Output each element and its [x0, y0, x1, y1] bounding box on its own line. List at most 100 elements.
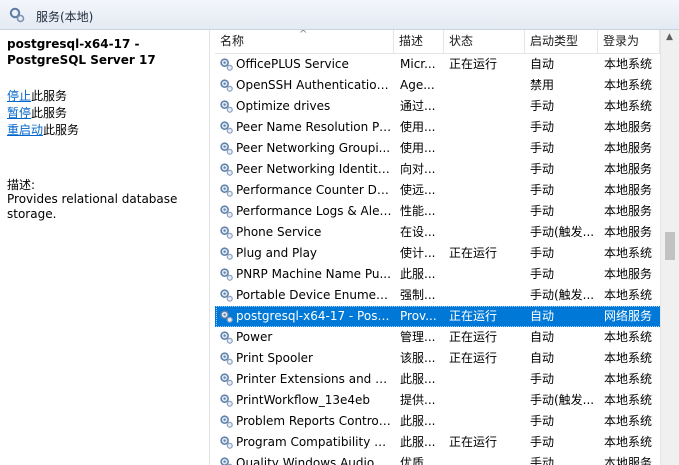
service-row[interactable]: Peer Networking Groupi... 使用... 手动 本地服务 [215, 138, 679, 159]
service-status: 正在运行 [449, 57, 498, 71]
service-row[interactable]: Optimize drives 通过... 手动 本地系统 [215, 96, 679, 117]
service-status [449, 180, 521, 201]
column-header-description-label: 描述 [399, 34, 424, 48]
column-header-startup-label: 启动类型 [530, 34, 579, 48]
column-header-status-label: 状态 [449, 34, 474, 48]
service-logon-as: 本地系统 [604, 330, 653, 344]
service-row[interactable]: Peer Name Resolution Pr... 使用... 手动 本地服务 [215, 117, 679, 138]
service-name: Problem Reports Control... [236, 414, 392, 428]
column-header-startup-type[interactable]: 启动类型 [525, 30, 598, 54]
service-name: Peer Name Resolution Pr... [236, 120, 392, 134]
service-status [449, 390, 521, 411]
service-description: 性能... [400, 204, 436, 218]
service-description: 此服... [400, 414, 436, 428]
restart-action-suffix: 此服务 [43, 123, 80, 137]
service-name: PrintWorkflow_13e4eb [236, 393, 370, 407]
service-logon-as: 本地服务 [604, 204, 653, 218]
service-row[interactable]: Print Spooler 该服... 正在运行 自动 本地系统 [215, 348, 679, 369]
service-name: OpenSSH Authentication ... [236, 78, 392, 92]
service-gear-icon [220, 79, 233, 92]
service-startup-type: 自动 [530, 330, 555, 344]
service-description: 使远... [400, 183, 436, 197]
service-description: 向对... [400, 162, 436, 176]
scrollbar-thumb[interactable] [665, 232, 675, 260]
service-row[interactable]: Program Compatibility A... 此服... 正在运行 手动 本地系… [215, 432, 679, 453]
column-header-status[interactable]: 状态 [444, 30, 525, 54]
service-startup-type: 禁用 [530, 78, 555, 92]
service-row[interactable]: Portable Device Enumera... 强制... 手动(触发... 本… [215, 285, 679, 306]
service-gear-icon [220, 436, 233, 449]
vertical-scrollbar[interactable]: ▲ [660, 30, 679, 465]
service-name: Peer Networking Identity... [236, 162, 392, 176]
service-logon-as: 本地系统 [604, 372, 653, 386]
service-name: Plug and Play [236, 246, 318, 260]
services-list: ^ 名称 描述 状态 启动类型 登录为 OfficePLUS Service Mi… [215, 30, 679, 465]
restart-action: 重启动此服务 [7, 122, 79, 138]
service-startup-type: 手动 [530, 204, 555, 218]
service-gear-icon [220, 226, 233, 239]
service-description: 此服... [400, 435, 436, 449]
service-name: Peer Networking Groupi... [236, 141, 391, 155]
service-gear-icon [220, 310, 233, 323]
restart-service-link[interactable]: 重启动 [7, 123, 43, 137]
service-startup-type: 手动 [530, 267, 555, 281]
service-logon-as: 本地服务 [604, 183, 653, 197]
service-description: Prov... [400, 309, 437, 323]
service-description: 使用... [400, 141, 436, 155]
service-row[interactable]: Performance Logs & Aler... 性能... 手动 本地服务 [215, 201, 679, 222]
service-status [449, 369, 521, 390]
column-header-description[interactable]: 描述 [394, 30, 444, 54]
pause-service-link[interactable]: 暂停 [7, 106, 31, 120]
sort-ascending-icon: ^ [299, 30, 308, 40]
service-gear-icon [220, 142, 233, 155]
service-logon-as: 本地系统 [604, 393, 653, 407]
service-row[interactable]: Phone Service 在设... 手动(触发... 本地服务 [215, 222, 679, 243]
service-status [449, 117, 521, 138]
service-description: 优质... [400, 456, 436, 465]
service-startup-type: 手动 [530, 246, 555, 260]
service-logon-as: 本地系统 [604, 99, 653, 113]
service-row[interactable]: PNRP Machine Name Pu... 此服... 手动 本地服务 [215, 264, 679, 285]
service-row[interactable]: Peer Networking Identity... 向对... 手动 本地服务 [215, 159, 679, 180]
service-status [449, 96, 521, 117]
selected-service-title: postgresql-x64-17 - PostgreSQL Server 17 [7, 37, 156, 67]
service-logon-as: 本地服务 [604, 225, 653, 239]
service-status: 正在运行 [449, 309, 498, 323]
service-gear-icon [220, 373, 233, 386]
service-gear-icon [220, 205, 233, 218]
pause-action: 暂停此服务 [7, 105, 67, 121]
service-gear-icon [220, 289, 233, 302]
service-startup-type: 手动 [530, 183, 555, 197]
service-logon-as: 本地系统 [604, 414, 653, 428]
service-logon-as: 本地系统 [604, 57, 653, 71]
service-gear-icon [220, 163, 233, 176]
description-label: 描述: [7, 178, 36, 192]
service-name: Performance Counter DL... [236, 183, 392, 197]
service-row[interactable]: Plug and Play 使计... 正在运行 手动 本地系统 [215, 243, 679, 264]
service-row[interactable]: OfficePLUS Service Micr... 正在运行 自动 本地系统 [215, 54, 679, 75]
service-startup-type: 手动 [530, 456, 555, 465]
scroll-up-arrow-icon[interactable]: ▲ [666, 32, 673, 42]
service-row[interactable]: Performance Counter DL... 使远... 手动 本地服务 [215, 180, 679, 201]
service-logon-as: 本地系统 [604, 246, 653, 260]
service-row[interactable]: Problem Reports Control... 此服... 手动 本地系统 [215, 411, 679, 432]
stop-action: 停止此服务 [7, 88, 67, 104]
column-header-name[interactable]: ^ 名称 [215, 30, 394, 54]
service-row[interactable]: Power 管理... 正在运行 自动 本地系统 [215, 327, 679, 348]
service-logon-as: 本地服务 [604, 120, 653, 134]
service-gear-icon [220, 415, 233, 428]
stop-service-link[interactable]: 停止 [7, 89, 31, 103]
service-logon-as: 本地服务 [604, 267, 653, 281]
service-status [449, 411, 521, 432]
service-description: 此服... [400, 267, 436, 281]
service-row[interactable]: Printer Extensions and N... 此服... 手动 本地系统 [215, 369, 679, 390]
service-status [449, 75, 521, 96]
service-row[interactable]: PrintWorkflow_13e4eb 提供... 手动(触发... 本地系统 [215, 390, 679, 411]
column-header-logon-as[interactable]: 登录为 [598, 30, 660, 54]
service-row[interactable]: postgresql-x64-17 - Post... Prov... 正在运行 自动… [215, 306, 679, 327]
service-row[interactable]: OpenSSH Authentication ... Age... 禁用 本地系统 [215, 75, 679, 96]
service-row[interactable]: Quality Windows Audio V... 优质... 手动 本地服务 [215, 453, 679, 465]
service-logon-as: 本地系统 [604, 288, 653, 302]
service-gear-icon [220, 331, 233, 344]
service-name: postgresql-x64-17 - Post... [236, 309, 392, 323]
